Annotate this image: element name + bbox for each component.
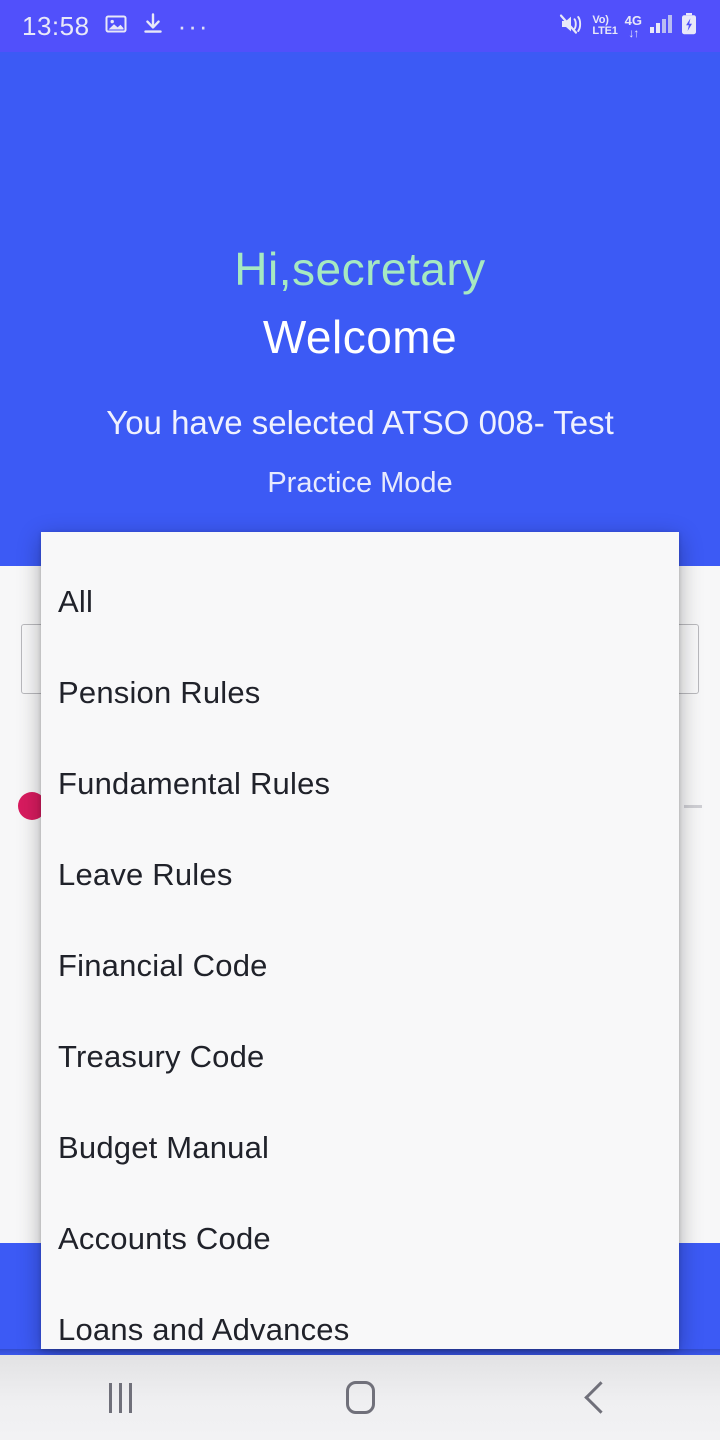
- dropdown-item-budget-manual[interactable]: Budget Manual: [41, 1102, 679, 1193]
- dropdown-item-accounts-code[interactable]: Accounts Code: [41, 1193, 679, 1284]
- recents-button[interactable]: [0, 1355, 240, 1440]
- battery-charging-icon: [680, 12, 698, 41]
- home-icon: [345, 1381, 375, 1414]
- more-dots-icon: ···: [177, 11, 210, 41]
- status-bar-right: Vo) LTE1 4G ↓↑: [559, 12, 698, 41]
- dropdown-item-treasury-code[interactable]: Treasury Code: [41, 1011, 679, 1102]
- status-bar: 13:58 ··· Vo) LTE1 4G ↓↑: [0, 0, 720, 52]
- dropdown-item-all[interactable]: All: [41, 556, 679, 647]
- volte-icon: Vo) LTE1: [592, 14, 618, 37]
- status-clock: 13:58: [22, 10, 90, 41]
- dropdown-item-fundamental-rules[interactable]: Fundamental Rules: [41, 738, 679, 829]
- selected-test-text: You have selected ATSO 008- Test: [106, 404, 614, 441]
- download-icon: [142, 12, 164, 41]
- status-bar-left: 13:58 ···: [22, 11, 210, 42]
- hero-header: Hi,secretary Welcome You have selected A…: [0, 52, 720, 566]
- image-icon: [104, 12, 128, 41]
- back-chevron-icon: [583, 1381, 617, 1414]
- system-navigation-bar: [0, 1355, 720, 1440]
- greeting-text: Hi,secretary: [234, 243, 486, 295]
- signal-bars-icon: [649, 13, 673, 40]
- dropdown-item-leave-rules[interactable]: Leave Rules: [41, 829, 679, 920]
- dropdown-item-pension-rules[interactable]: Pension Rules: [41, 647, 679, 738]
- dropdown-item-loans-and-advances[interactable]: Loans and Advances: [41, 1284, 679, 1349]
- practice-mode-text: Practice Mode: [267, 467, 453, 499]
- welcome-text: Welcome: [262, 311, 458, 363]
- dropdown-list: All Pension Rules Fundamental Rules Leav…: [41, 532, 679, 1349]
- scroll-tick-marker: [684, 805, 702, 808]
- back-button[interactable]: [480, 1355, 720, 1440]
- network-4g-icon: 4G ↓↑: [624, 12, 642, 40]
- home-button[interactable]: [240, 1355, 480, 1440]
- category-dropdown-menu[interactable]: All Pension Rules Fundamental Rules Leav…: [41, 532, 679, 1349]
- recents-icon: [108, 1382, 132, 1413]
- phone-screen: 13:58 ··· Vo) LTE1 4G ↓↑ Hi,secretary We…: [0, 0, 720, 1440]
- dropdown-item-financial-code[interactable]: Financial Code: [41, 920, 679, 1011]
- mute-icon: [559, 12, 585, 41]
